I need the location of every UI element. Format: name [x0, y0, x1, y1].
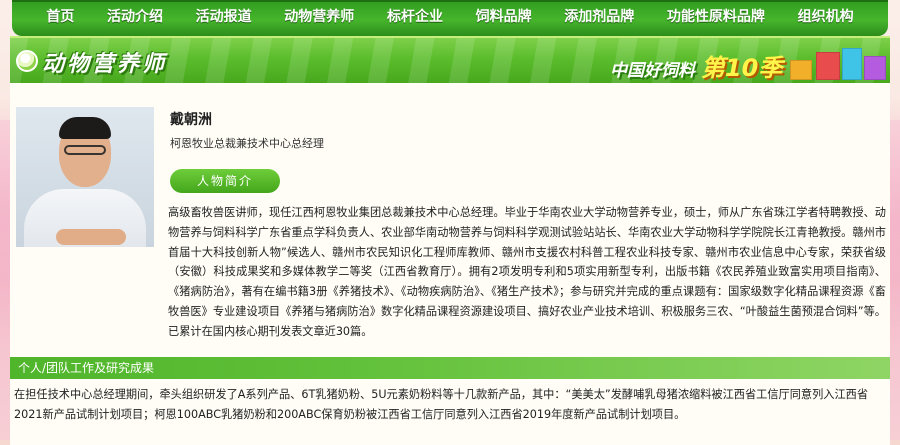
banner-title: 动物营养师: [42, 52, 168, 77]
gift-boxes-icon: [780, 42, 890, 82]
nav-item-benchmark-companies[interactable]: 标杆企业: [387, 10, 443, 24]
banner-logo-icon: [16, 50, 38, 72]
photo-arm: [56, 229, 126, 245]
gift-box-icon: [864, 56, 886, 80]
person-bio: 高级畜牧兽医讲师，现任江西柯恩牧业集团总裁兼技术中心总经理。毕业于华南农业大学动…: [168, 206, 886, 338]
nav-item-additive-brands[interactable]: 添加剂品牌: [564, 10, 634, 24]
nav-item-organization[interactable]: 组织机构: [798, 10, 854, 24]
bio-section-label: 人物简介: [170, 169, 280, 193]
gift-box-icon: [790, 60, 812, 80]
nav-item-functional-ingredient-brands[interactable]: 功能性原料品牌: [667, 10, 765, 24]
campaign-season: 第10季: [700, 54, 783, 82]
nav-item-event-reports[interactable]: 活动报道: [196, 10, 252, 24]
banner-campaign: 中国好饲料 第10季: [610, 48, 782, 83]
gift-box-icon: [816, 52, 840, 80]
campaign-name: 中国好饲料: [610, 61, 695, 81]
nav-item-home[interactable]: 首页: [46, 10, 74, 24]
work-achievements-text: 在担任技术中心总经理期间，牵头组织研发了A系列产品、6T乳猪奶粉、5U元素奶粉料…: [14, 388, 869, 421]
work-section-header: 个人/团队工作及研究成果: [10, 357, 890, 379]
person-position: 柯恩牧业总裁兼技术中心总经理: [170, 137, 324, 150]
top-navigation: 首页 活动介绍 活动报道 动物营养师 标杆企业 饲料品牌 添加剂品牌 功能性原料…: [12, 0, 888, 36]
gift-box-icon: [842, 48, 862, 80]
nav-item-event-intro[interactable]: 活动介绍: [107, 10, 163, 24]
nav-item-nutritionists[interactable]: 动物营养师: [284, 10, 354, 24]
photo-glasses: [64, 145, 106, 155]
photo-hair: [59, 117, 111, 139]
person-name: 戴朝洲: [170, 112, 212, 128]
profile-content: 戴朝洲 柯恩牧业总裁兼技术中心总经理 人物简介 高级畜牧兽医讲师，现任江西柯恩牧…: [10, 83, 890, 445]
section-banner: 动物营养师 中国好饲料 第10季: [10, 36, 890, 83]
person-photo: [16, 107, 154, 247]
nav-item-feed-brands[interactable]: 饲料品牌: [476, 10, 532, 24]
